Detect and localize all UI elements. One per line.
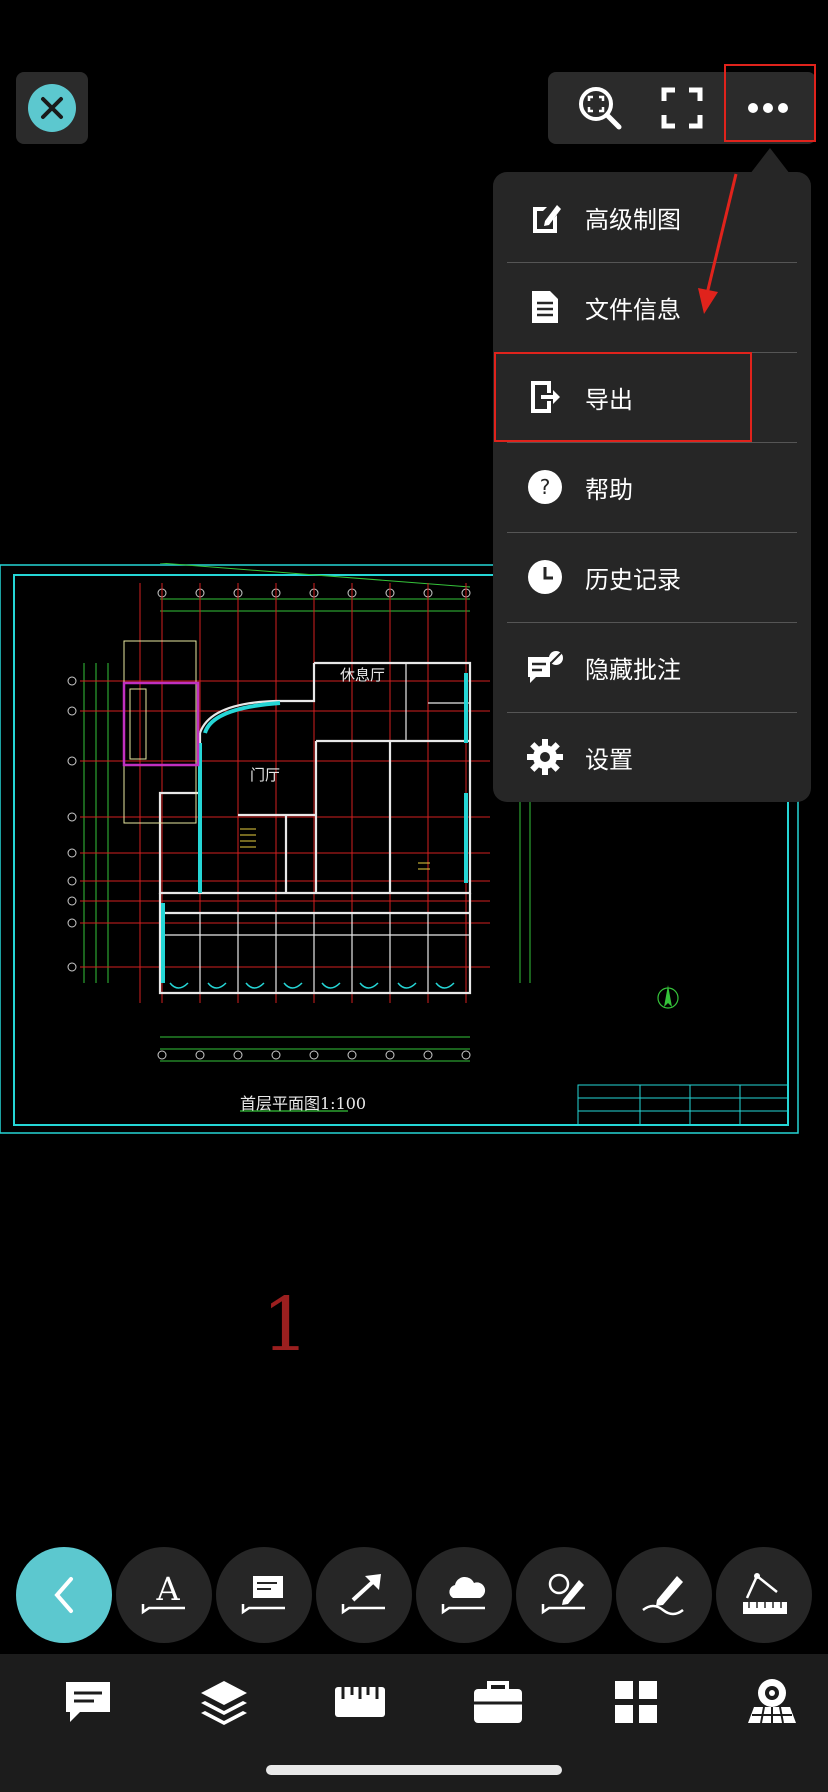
tab-grid[interactable] bbox=[604, 1670, 668, 1734]
svg-text:A: A bbox=[155, 1570, 180, 1608]
help-icon: ? bbox=[525, 467, 565, 507]
pen-icon bbox=[642, 1576, 684, 1616]
zoom-region-icon bbox=[579, 87, 622, 130]
room-label-rest: 休息厅 bbox=[340, 666, 386, 684]
text-annotation-button[interactable]: A bbox=[116, 1547, 212, 1643]
history-icon bbox=[525, 557, 565, 597]
red-arrow-icon bbox=[698, 173, 738, 314]
fullscreen-button[interactable] bbox=[646, 72, 718, 144]
sketch-edit-icon bbox=[541, 1573, 585, 1615]
comment-button[interactable] bbox=[216, 1547, 312, 1643]
cloud-annotation-icon bbox=[441, 1576, 486, 1615]
viewer-3d-icon bbox=[748, 1679, 796, 1724]
plan-title: 首层平面图1:100 bbox=[240, 1094, 367, 1113]
menu-item-label: 帮助 bbox=[585, 475, 633, 504]
tab-viewer-3d[interactable] bbox=[740, 1670, 804, 1734]
menu-item-label: 历史记录 bbox=[585, 565, 681, 594]
toolbox-icon bbox=[474, 1681, 522, 1723]
menu-item-history[interactable]: 历史记录 bbox=[493, 532, 811, 622]
more-menu: 高级制图 文件信息 导出 ? 帮助 历史记录 隐藏批注 设置 bbox=[493, 172, 811, 802]
sketch-edit-button[interactable] bbox=[516, 1547, 612, 1643]
arrow-annotation-icon bbox=[341, 1574, 385, 1615]
arrow-annotation-button[interactable] bbox=[316, 1547, 412, 1643]
settings-icon bbox=[525, 737, 565, 777]
layers-icon bbox=[201, 1681, 247, 1725]
measure-button[interactable] bbox=[716, 1547, 812, 1643]
menu-caret bbox=[750, 148, 790, 174]
menu-item-help[interactable]: ? 帮助 bbox=[493, 442, 811, 532]
menu-item-hide-annotations[interactable]: 隐藏批注 bbox=[493, 622, 811, 712]
tab-layers[interactable] bbox=[192, 1670, 256, 1734]
zoom-region-button[interactable] bbox=[564, 72, 636, 144]
tab-ruler[interactable] bbox=[328, 1670, 392, 1734]
pen-button[interactable] bbox=[616, 1547, 712, 1643]
highlight-export-box bbox=[494, 352, 752, 442]
tab-toolbox[interactable] bbox=[466, 1670, 530, 1734]
home-indicator[interactable] bbox=[266, 1765, 562, 1775]
menu-item-label: 高级制图 bbox=[585, 205, 681, 234]
room-label-lobby: 门厅 bbox=[250, 766, 281, 784]
back-icon bbox=[54, 1577, 73, 1613]
menu-item-advanced-drawing[interactable]: 高级制图 bbox=[493, 172, 811, 262]
page-number: 1 bbox=[262, 1282, 310, 1368]
hide-annotations-icon bbox=[525, 647, 565, 687]
close-icon bbox=[28, 84, 76, 132]
advanced-drawing-icon bbox=[525, 197, 565, 237]
back-button[interactable] bbox=[16, 1547, 112, 1643]
svg-text:?: ? bbox=[540, 475, 551, 499]
menu-item-settings[interactable]: 设置 bbox=[493, 712, 811, 802]
menu-item-label: 隐藏批注 bbox=[585, 655, 681, 684]
fullscreen-icon bbox=[661, 87, 703, 129]
ruler-icon bbox=[335, 1687, 385, 1717]
file-info-icon bbox=[525, 287, 565, 327]
tab-comments[interactable] bbox=[56, 1670, 120, 1734]
text-annotation-icon: A bbox=[141, 1570, 185, 1615]
comments-icon bbox=[66, 1682, 110, 1722]
grid-icon bbox=[615, 1681, 657, 1723]
highlight-more-box bbox=[724, 64, 816, 142]
menu-item-label: 设置 bbox=[585, 745, 633, 774]
menu-item-label: 文件信息 bbox=[585, 295, 681, 324]
comment-icon bbox=[241, 1576, 285, 1615]
menu-item-file-info[interactable]: 文件信息 bbox=[493, 262, 811, 352]
measure-icon bbox=[743, 1573, 787, 1614]
cloud-annotation-button[interactable] bbox=[416, 1547, 512, 1643]
close-button[interactable] bbox=[16, 72, 88, 144]
